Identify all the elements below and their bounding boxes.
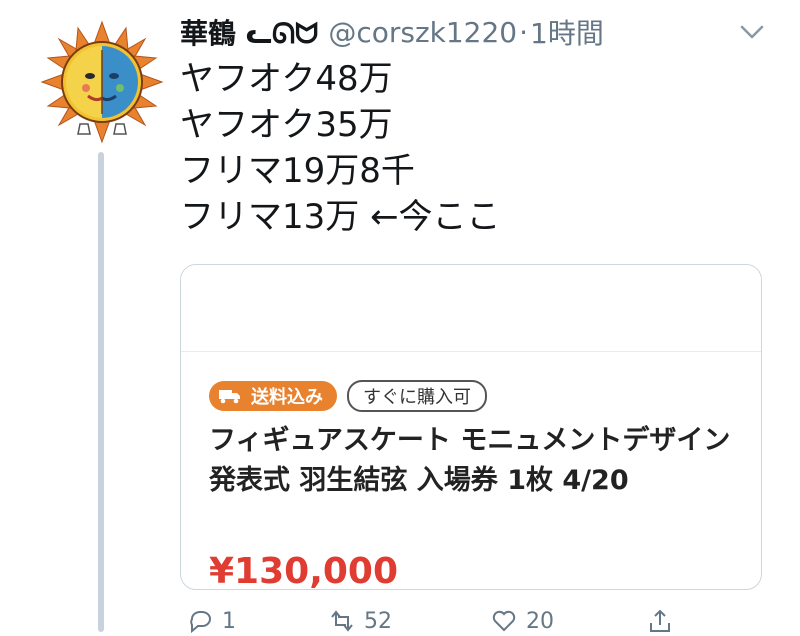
like-count: 20 (526, 608, 554, 634)
tweet-text: ヤフオク48万 ヤフオク35万 フリマ19万8千 フリマ13万 ←今ここ (180, 56, 501, 240)
reply-count: 1 (222, 608, 236, 634)
retweet-count: 52 (364, 608, 392, 634)
tweet-text-line: ヤフオク48万 (180, 59, 393, 99)
like-button[interactable]: 20 (490, 607, 554, 635)
tweet-text-line: フリマ19万8千 (180, 151, 415, 191)
reply-button[interactable]: 1 (186, 607, 236, 635)
separator-dot: · (519, 15, 529, 49)
card-image (181, 265, 761, 352)
tweet-text-line: フリマ13万 ←今ここ (180, 197, 501, 237)
buy-now-badge: すぐに購入可 (347, 380, 487, 412)
tweet-actions: 1 52 20 (180, 606, 740, 636)
chevron-down-icon (740, 25, 764, 39)
truck-icon (219, 390, 240, 404)
card-title: フィギュアスケート モニュメントデザイン発表式 羽生結弦 入場券 1枚 4/20 (209, 425, 731, 496)
heart-icon (492, 610, 516, 632)
shipping-included-badge: 送料込み (209, 381, 337, 411)
sun-moon-avatar-icon (40, 20, 164, 144)
retweet-button[interactable]: 52 (328, 607, 392, 635)
timestamp[interactable]: 1時間 (530, 12, 604, 52)
shipping-included-label: 送料込み (251, 387, 323, 408)
retweet-icon (331, 610, 353, 632)
share-button[interactable] (646, 607, 682, 635)
user-handle[interactable]: @corszk1220 (328, 16, 517, 49)
tweet-header: 華鶴 ᓚᘏᗢ @corszk1220 · 1時間 (180, 12, 604, 52)
reply-icon (190, 611, 211, 634)
tweet: 華鶴 ᓚᘏᗢ @corszk1220 · 1時間 ヤフオク48万 ヤフオク35万… (0, 0, 800, 634)
display-name[interactable]: 華鶴 ᓚᘏᗢ (180, 12, 318, 52)
link-card[interactable]: 送料込み すぐに購入可 フィギュアスケート モニュメントデザイン発表式 羽生結弦… (180, 264, 762, 590)
card-price: ¥130,000 (209, 551, 399, 590)
card-badges: 送料込み すぐに購入可 (209, 380, 487, 412)
tweet-menu-button[interactable] (738, 22, 766, 42)
share-icon (650, 609, 670, 632)
avatar[interactable] (40, 20, 164, 144)
thread-line (98, 152, 104, 632)
tweet-text-line: ヤフオク35万 (180, 105, 393, 145)
